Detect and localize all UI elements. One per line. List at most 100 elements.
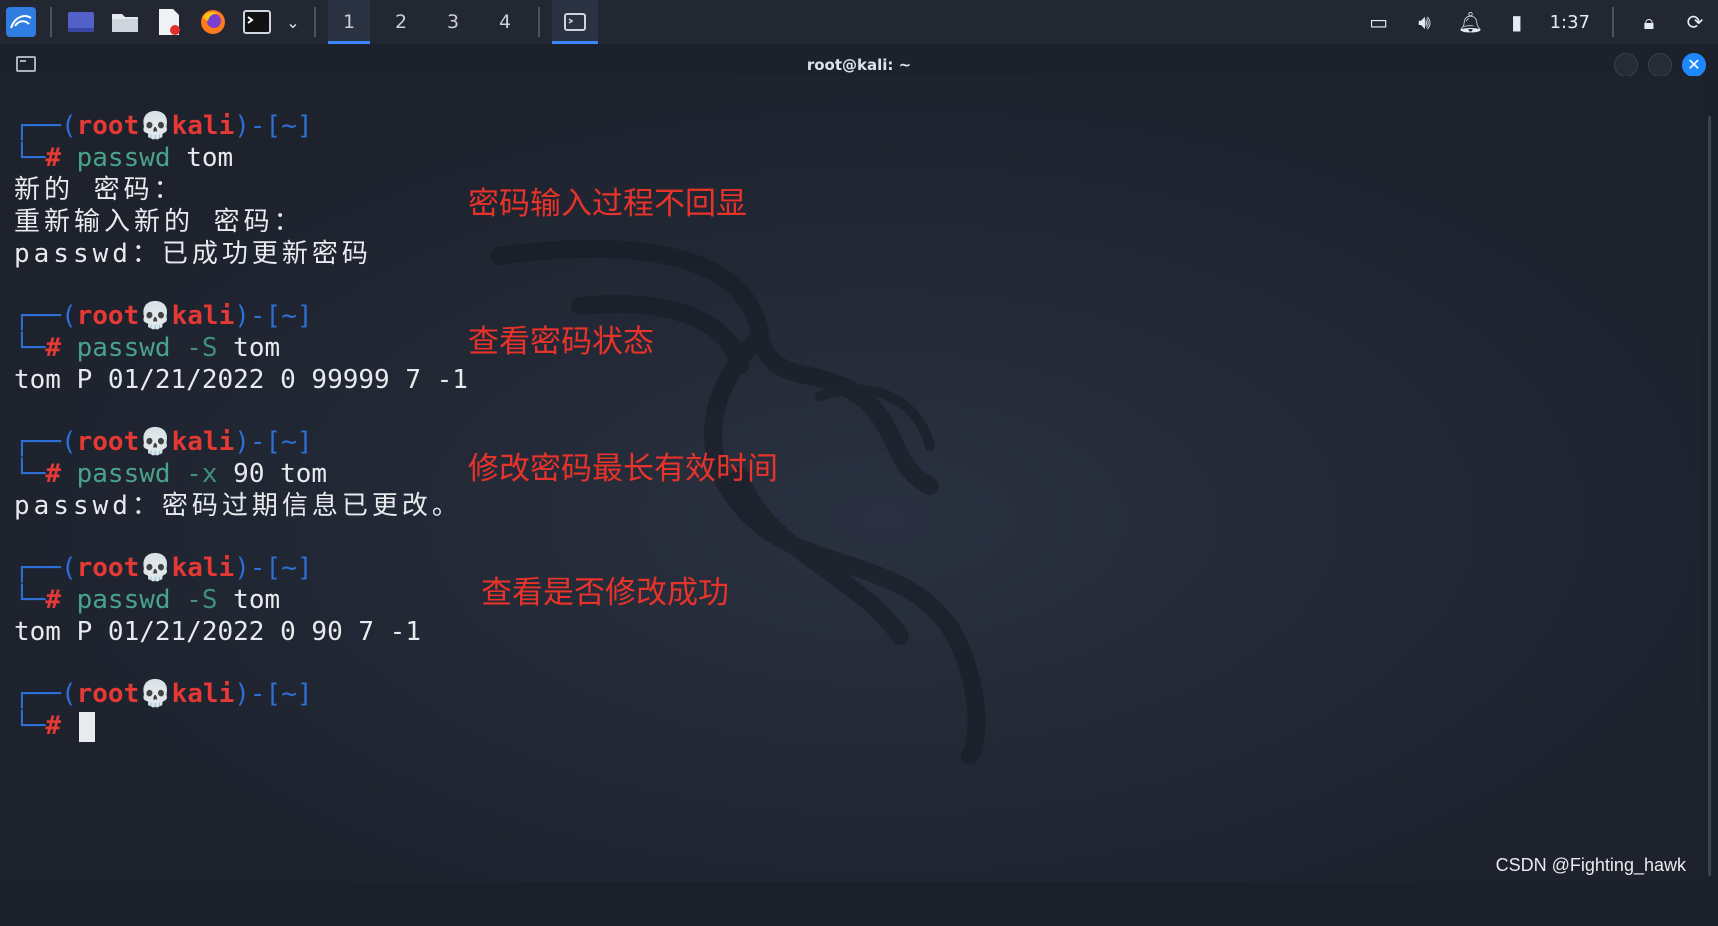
prompt-host: kali: [171, 679, 235, 709]
terminal-icon[interactable]: [240, 5, 274, 39]
command-name: passwd: [76, 143, 171, 173]
prompt-hash: #: [45, 143, 61, 173]
prompt-line: ┌──(root💀kali)-[~]: [14, 110, 468, 142]
logout-icon[interactable]: ⟳: [1682, 10, 1708, 34]
display-icon[interactable]: ▭: [1366, 10, 1392, 34]
command-argument: 90 tom: [217, 459, 328, 489]
desktop-icon[interactable]: [64, 5, 98, 39]
workspace-2[interactable]: 2: [380, 0, 422, 44]
skull-icon: 💀: [139, 553, 172, 583]
prompt-open: ┌──(: [14, 111, 77, 141]
command-option: -x: [170, 459, 218, 489]
prompt-line: ┌──(root💀kali)-[~]: [14, 426, 468, 458]
annotation-note: 修改密码最长有效时间: [468, 451, 778, 487]
taskbar-launchers: ⌄ 1 2 3 4: [0, 0, 598, 44]
csdn-watermark: CSDN @Fighting_hawk: [1495, 855, 1686, 875]
annotation-note: 密码输入过程不回显: [468, 186, 747, 222]
command-line[interactable]: └─#: [14, 710, 468, 742]
terminal-task-button[interactable]: [552, 0, 598, 44]
command-name: passwd: [76, 459, 171, 489]
chevron-down-icon[interactable]: ⌄: [284, 5, 302, 39]
maximize-button[interactable]: [1648, 53, 1672, 77]
command-line: └─# passwd -x 90 tom: [14, 458, 468, 490]
battery-icon[interactable]: ▮: [1504, 10, 1530, 34]
output-line: passwd：已成功更新密码: [14, 239, 372, 269]
volume-icon[interactable]: 🔊︎: [1412, 10, 1438, 34]
system-tray: ▭ 🔊︎ 🔔︎ ▮ 1:37 🔒︎ ⟳: [1366, 0, 1718, 44]
command-option: -S: [170, 333, 218, 363]
terminal-icon: [564, 13, 586, 31]
workspace-4[interactable]: 4: [484, 0, 526, 44]
taskbar-separator: [50, 7, 52, 37]
output-line: tom P 01/21/2022 0 99999 7 -1: [14, 365, 468, 395]
prompt-line: ┌──(root💀kali)-[~]: [14, 300, 468, 332]
annotation-note: 查看密码状态: [468, 324, 654, 360]
skull-icon: 💀: [139, 301, 172, 331]
prompt-user: root: [76, 301, 140, 331]
file-manager-icon[interactable]: [108, 5, 142, 39]
taskbar: ⌄ 1 2 3 4 ▭ 🔊︎ 🔔︎ ▮ 1:37 🔒︎ ⟳: [0, 0, 1718, 44]
command-line: └─# passwd -S tom: [14, 584, 468, 616]
prompt-line: ┌──(root💀kali)-[~]: [14, 678, 468, 710]
scrollbar-thumb[interactable]: [1708, 116, 1711, 876]
command-line: └─# passwd tom: [14, 142, 468, 174]
prompt-user: root: [76, 553, 140, 583]
prompt-user: root: [76, 111, 140, 141]
prompt-user: root: [76, 679, 140, 709]
prompt-open: ┌──(: [14, 553, 77, 583]
taskbar-separator: [1612, 7, 1614, 37]
command-block: ┌──(root💀kali)-[~] └─# passwd tom 新的 密码：…: [14, 110, 468, 270]
close-button[interactable]: ✕: [1682, 53, 1706, 77]
close-icon: ✕: [1687, 55, 1701, 74]
window-controls: ✕: [1614, 53, 1706, 77]
output-line: tom P 01/21/2022 0 90 7 -1: [14, 617, 421, 647]
prompt-close: )-[~]: [234, 301, 313, 331]
output-line: 重新输入新的 密码：: [14, 207, 304, 237]
command-name: passwd: [76, 585, 171, 615]
prompt-open: ┌──(: [14, 679, 77, 709]
terminal-output: ┌──(root💀kali)-[~] └─# passwd tom 新的 密码：…: [14, 110, 468, 772]
prompt-close: )-[~]: [234, 427, 313, 457]
minimize-button[interactable]: [1614, 53, 1638, 77]
prompt-host: kali: [171, 427, 235, 457]
prompt-close: )-[~]: [234, 553, 313, 583]
prompt-host: kali: [171, 111, 235, 141]
firefox-icon[interactable]: [196, 5, 230, 39]
command-argument: tom: [217, 333, 281, 363]
command-block: ┌──(root💀kali)-[~] └─# passwd -S tom tom…: [14, 300, 468, 396]
kali-dragon-watermark: [491, 239, 986, 765]
window-menu-icon[interactable]: [16, 56, 36, 72]
command-argument: tom: [170, 143, 234, 173]
prompt-corner: └─: [14, 333, 46, 363]
annotation-note: 查看是否修改成功: [481, 575, 729, 611]
taskbar-separator: [314, 7, 316, 37]
kali-menu-icon[interactable]: [4, 5, 38, 39]
workspace-3[interactable]: 3: [432, 0, 474, 44]
output-line: 新的 密码：: [14, 175, 184, 205]
skull-icon: 💀: [139, 679, 172, 709]
text-cursor: [78, 711, 95, 742]
bell-icon[interactable]: 🔔︎: [1458, 10, 1484, 34]
terminal-area[interactable]: ┌──(root💀kali)-[~] └─# passwd tom 新的 密码：…: [0, 76, 1700, 882]
skull-icon: 💀: [139, 427, 172, 457]
prompt-open: ┌──(: [14, 427, 77, 457]
prompt-corner: └─: [14, 459, 46, 489]
prompt-hash: #: [45, 333, 61, 363]
command-block: ┌──(root💀kali)-[~] └─# passwd -S tom tom…: [14, 552, 468, 648]
lock-icon[interactable]: 🔒︎: [1636, 10, 1662, 34]
prompt-hash: #: [45, 459, 61, 489]
prompt-corner: └─: [14, 143, 46, 173]
current-prompt: ┌──(root💀kali)-[~] └─#: [14, 678, 468, 742]
text-editor-icon[interactable]: [152, 5, 186, 39]
prompt-host: kali: [171, 301, 235, 331]
prompt-corner: └─: [14, 711, 46, 741]
command-block: ┌──(root💀kali)-[~] └─# passwd -x 90 tom …: [14, 426, 468, 522]
prompt-line: ┌──(root💀kali)-[~]: [14, 552, 468, 584]
prompt-corner: └─: [14, 585, 46, 615]
workspace-1[interactable]: 1: [328, 0, 370, 44]
prompt-host: kali: [171, 553, 235, 583]
clock[interactable]: 1:37: [1550, 12, 1590, 33]
terminal-scrollbar[interactable]: [1700, 76, 1718, 882]
prompt-close: )-[~]: [234, 111, 313, 141]
skull-icon: 💀: [139, 111, 172, 141]
